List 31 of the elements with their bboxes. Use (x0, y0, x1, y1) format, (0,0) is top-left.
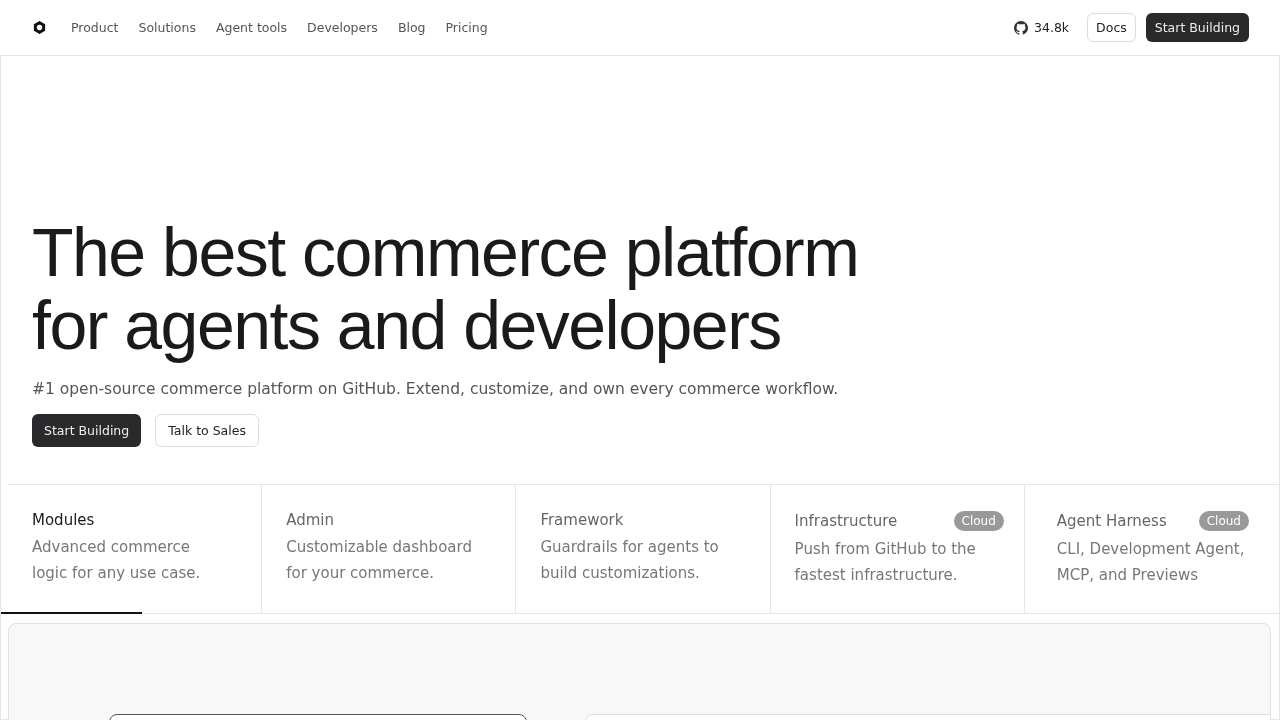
feature-tab[interactable]: Admin Customizable dashboard for your commerce. (262, 485, 517, 613)
tab-title: Infrastructure (794, 512, 898, 530)
feature-tab[interactable]: Infrastructure Cloud Push from GitHub to the fastest infrastructure. (770, 485, 1025, 613)
feature-tab[interactable]: Framework Guardrails for agents to build customizations. (516, 485, 771, 613)
nav-link[interactable]: Agent tools (209, 16, 294, 39)
tab-title: Modules (32, 511, 95, 529)
feature-tab[interactable]: Agent Harness Cloud CLI, Development Agent, MCP, and Previews (1024, 485, 1279, 613)
start-building-button[interactable]: Start Building (32, 414, 142, 447)
hero-heading: The best commerce platform (32, 216, 859, 289)
tab-description: Guardrails for agents to build customizations. (540, 537, 720, 584)
feature-tab[interactable]: Modules Advanced commerce logic for any use case. (1, 485, 263, 613)
hero-heading: for agents and developers (32, 289, 781, 362)
nav-link[interactable]: Product (65, 16, 125, 39)
start-building-button[interactable]: Start Building (1145, 13, 1249, 42)
tab-description: Advanced commerce logic for any use case. (32, 537, 202, 584)
cloud-badge: Cloud (953, 511, 1004, 531)
tab-title: Framework (540, 511, 624, 529)
cloud-badge: Cloud (1198, 511, 1249, 531)
tab-description: CLI, Development Agent, MCP, and Previews (1056, 539, 1246, 586)
talk-to-sales-button[interactable]: Talk to Sales (155, 414, 259, 447)
github-stars-link[interactable]: 34.8k (1006, 16, 1078, 39)
tab-title: Admin (286, 511, 334, 529)
docs-button[interactable]: Docs (1087, 13, 1136, 42)
tab-description: Customizable dashboard for your commerce. (286, 537, 473, 584)
nav-link[interactable]: Pricing (439, 16, 494, 39)
nav-link[interactable]: Solutions (132, 16, 202, 39)
nav-link[interactable]: Developers (301, 16, 384, 39)
tab-description: Push from GitHub to the fastest infrastructure. (794, 539, 977, 586)
tab-title: Agent Harness (1056, 512, 1167, 530)
hero-subtitle: #1 open-source commerce platform on GitHub. Extend, customize, and own every commerce workflow. (32, 380, 839, 398)
nav-link[interactable]: Blog (391, 16, 432, 39)
